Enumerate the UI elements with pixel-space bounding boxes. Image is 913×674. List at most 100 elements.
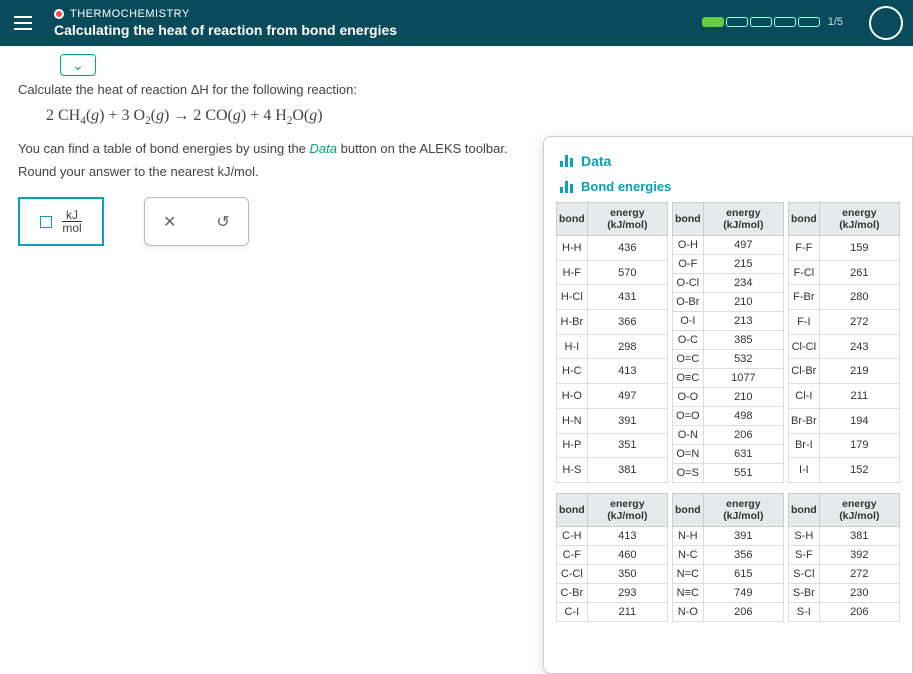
energy-cell: 366 [587,310,667,335]
reset-button[interactable]: ↺ [216,212,229,232]
header-text: THERMOCHEMISTRY Calculating the heat of … [54,8,397,38]
table-row: N≡C749 [673,584,784,603]
data-panel: Data Bond energies bondenergy (kJ/mol)H-… [543,136,913,674]
energy-cell: 570 [587,260,667,285]
col-energy: energy (kJ/mol) [819,203,899,236]
bond-cell: O-H [673,236,704,255]
collapse-toggle[interactable]: ⌄ [60,54,96,76]
progress-label: 1/5 [828,16,843,28]
energy-cell: 280 [819,285,899,310]
bond-cell: O-I [673,312,704,331]
table-row: I-I152 [789,458,900,483]
energy-cell: 179 [819,433,899,458]
energy-cell: 350 [587,565,667,584]
energy-cell: 298 [587,334,667,359]
energy-cell: 206 [703,426,783,445]
bond-cell: H-Cl [557,285,588,310]
table-row: H-Cl431 [557,285,668,310]
energy-cell: 293 [587,584,667,603]
bond-cell: C-Br [557,584,588,603]
col-energy: energy (kJ/mol) [703,494,783,527]
energy-cell: 436 [587,236,667,261]
bond-cell: Br-I [789,433,820,458]
bond-cell: F-Br [789,285,820,310]
chevron-down-icon: ⌄ [72,57,84,74]
table-row: H-S381 [557,458,668,483]
page-title: Calculating the heat of reaction from bo… [54,22,397,38]
bond-cell: S-F [789,546,820,565]
energy-cell: 261 [819,260,899,285]
energy-cell: 391 [703,527,783,546]
app-header: THERMOCHEMISTRY Calculating the heat of … [0,0,913,46]
energy-cell: 206 [819,603,899,622]
bond-cell: N-C [673,546,704,565]
table-row: Cl-I211 [789,384,900,409]
energy-cell: 381 [587,458,667,483]
table-row: O≡C1077 [673,369,784,388]
energy-cell: 351 [587,433,667,458]
energy-cell: 749 [703,584,783,603]
bond-cell: H-C [557,359,588,384]
energy-cell: 206 [703,603,783,622]
bond-cell: H-S [557,458,588,483]
col-energy: energy (kJ/mol) [819,494,899,527]
energy-cell: 215 [703,255,783,274]
bond-cell: Cl-Br [789,359,820,384]
table-row: O=S551 [673,464,784,483]
bond-cell: N≡C [673,584,704,603]
energy-cell: 152 [819,458,899,483]
energy-cell: 213 [703,312,783,331]
col-bond: bond [789,494,820,527]
table-row: O=N631 [673,445,784,464]
table-row: H-Br366 [557,310,668,335]
energy-cell: 413 [587,527,667,546]
bond-cell: S-Br [789,584,820,603]
bond-cell: H-H [557,236,588,261]
header-round-button[interactable] [869,6,903,40]
bond-cell: C-H [557,527,588,546]
bond-cell: S-I [789,603,820,622]
energy-cell: 498 [703,407,783,426]
bond-cell: O-C [673,331,704,350]
energy-cell: 210 [703,293,783,312]
table-row: C-F460 [557,546,668,565]
clear-button[interactable]: ✕ [163,212,176,232]
bond-energy-table: bondenergy (kJ/mol)H-H436H-F570H-Cl431H-… [556,202,668,483]
energy-cell: 615 [703,565,783,584]
energy-cell: 391 [587,408,667,433]
energy-cell: 234 [703,274,783,293]
bond-cell: O=C [673,350,704,369]
col-bond: bond [673,494,704,527]
table-row: H-C413 [557,359,668,384]
table-row: C-Br293 [557,584,668,603]
energy-cell: 392 [819,546,899,565]
bond-cell: O-N [673,426,704,445]
energy-cell: 272 [819,565,899,584]
table-row: N-O206 [673,603,784,622]
table-row: O-O210 [673,388,784,407]
col-bond: bond [557,203,588,236]
bar-chart-icon [560,155,573,167]
energy-cell: 356 [703,546,783,565]
energy-cell: 1077 [703,369,783,388]
table-row: S-F392 [789,546,900,565]
bond-cell: Cl-Cl [789,334,820,359]
table-row: C-Cl350 [557,565,668,584]
menu-icon[interactable] [14,11,38,35]
energy-cell: 272 [819,310,899,335]
bond-cell: O=S [673,464,704,483]
bond-energy-table: bondenergy (kJ/mol)C-H413C-F460C-Cl350C-… [556,493,668,622]
bond-cell: O-F [673,255,704,274]
bond-cell: F-F [789,236,820,261]
record-dot-icon [54,9,64,19]
answer-input-box[interactable]: kJ mol [18,197,104,246]
col-bond: bond [789,203,820,236]
table-row: O=O498 [673,407,784,426]
energy-cell: 431 [587,285,667,310]
energy-cell: 385 [703,331,783,350]
progress-seg [798,17,820,27]
table-row: S-I206 [789,603,900,622]
table-row: H-H436 [557,236,668,261]
table-row: F-I272 [789,310,900,335]
bond-energy-table: bondenergy (kJ/mol)F-F159F-Cl261F-Br280F… [788,202,900,483]
